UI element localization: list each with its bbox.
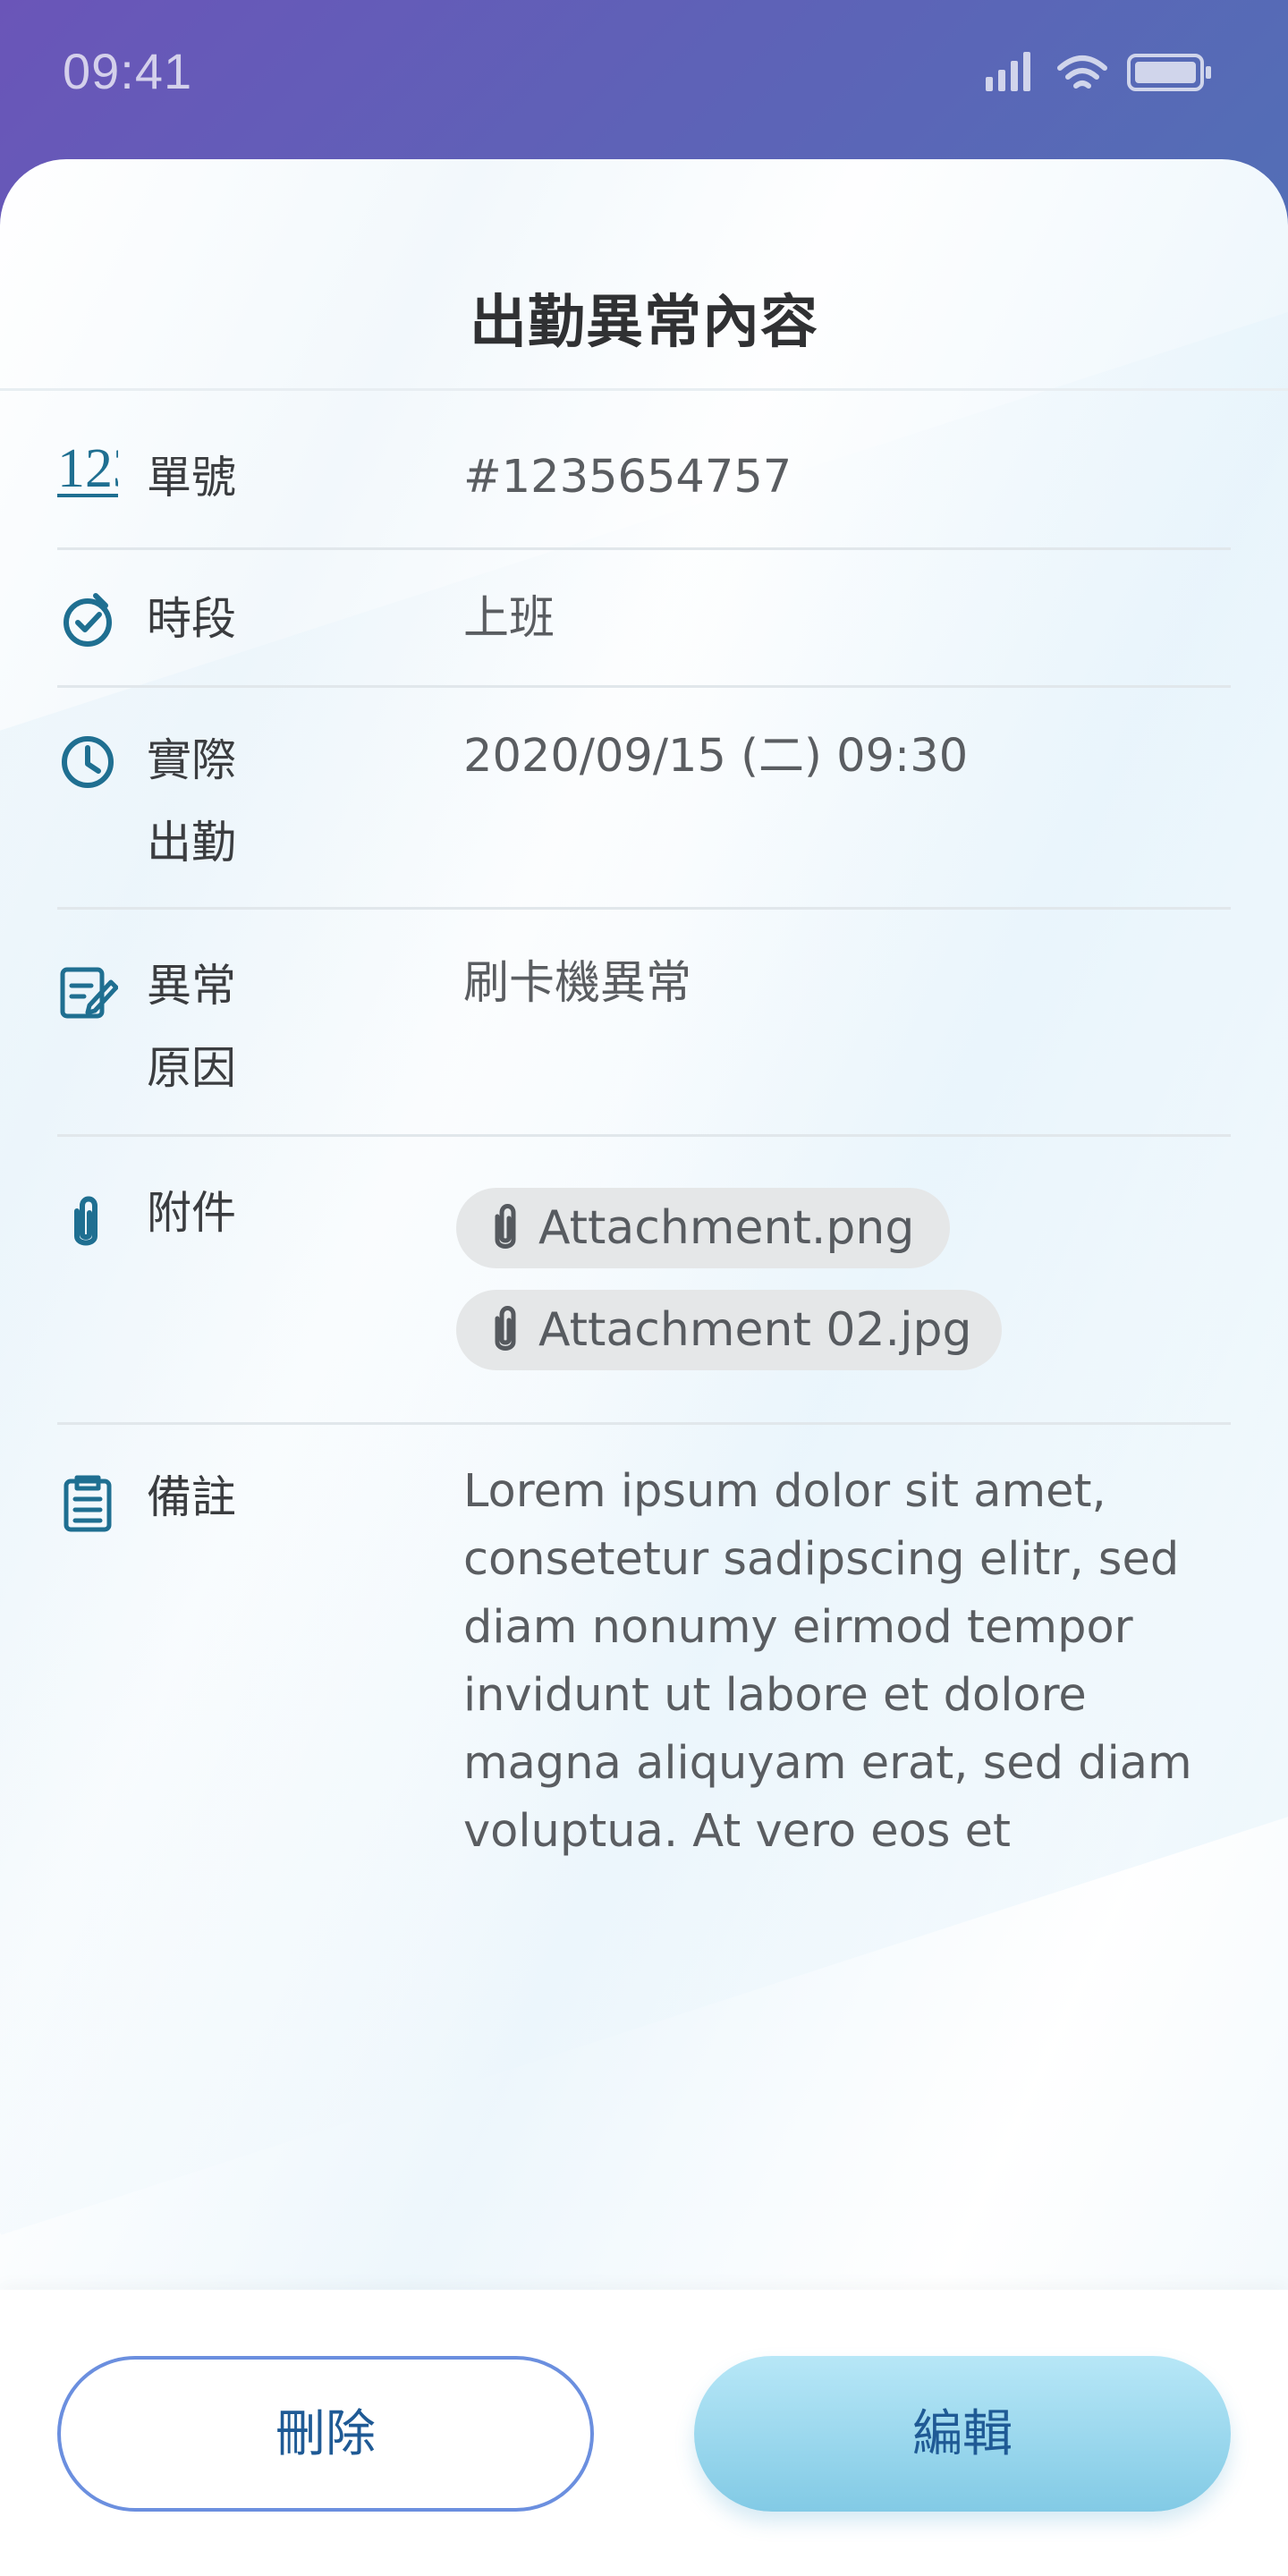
clipboard-icon-svg — [64, 1475, 112, 1532]
signal-icon — [986, 52, 1030, 91]
abnormal-reason-label: 異常 原因 — [147, 960, 236, 1094]
mobile-screen: 09:41 出勤異常內容 12 單號 #1235654757 時段 上班 實際 … — [0, 0, 1288, 2576]
status-icons — [986, 45, 1218, 98]
timer-check-icon-svg — [64, 593, 112, 647]
edit-button[interactable]: 編輯 — [694, 2356, 1231, 2512]
battery-icon — [1127, 54, 1211, 91]
notes-label: 備註 — [147, 1471, 236, 1523]
clock-icon — [57, 732, 118, 792]
attachment-paperclip-icon — [487, 1304, 526, 1356]
attachments-row: 附件 Attachment.png Attachment 02.jpg — [57, 1138, 1231, 1425]
timer-check-icon — [57, 589, 118, 649]
order-number-label: 單號 — [147, 452, 236, 504]
order-number-value: #1235654757 — [463, 451, 792, 504]
number-icon: 123 — [57, 440, 118, 501]
order-number-row: 123 單號 #1235654757 — [57, 406, 1231, 550]
attachment-paperclip-icon-svg — [495, 1306, 516, 1351]
delete-button[interactable]: 刪除 — [57, 2356, 594, 2512]
period-row: 時段 上班 — [57, 551, 1231, 688]
attachments-label: 附件 — [147, 1187, 236, 1239]
attachment-paperclip-icon — [487, 1202, 526, 1254]
wifi-icon — [1057, 55, 1107, 89]
attachment-chip[interactable]: Attachment 02.jpg — [456, 1290, 1002, 1370]
sheet-header: 出勤異常內容 — [0, 159, 1288, 391]
number-icon-svg: 123 — [57, 440, 118, 499]
page-title: 出勤異常內容 — [470, 289, 818, 356]
attachment-file-name: Attachment 02.jpg — [538, 1303, 972, 1357]
attachment-chip[interactable]: Attachment.png — [456, 1188, 950, 1268]
actual-attendance-row: 實際 出勤 2020/09/15 (二) 09:30 — [57, 687, 1231, 910]
paperclip-icon — [57, 1193, 118, 1254]
status-time: 09:41 — [63, 43, 193, 99]
paperclip-icon-svg — [74, 1196, 97, 1246]
attachment-paperclip-icon-svg — [495, 1204, 516, 1249]
actual-attendance-label: 實際 出勤 — [147, 734, 236, 869]
abnormal-reason-row: 異常 原因 刷卡機異常 — [57, 911, 1231, 1137]
attachment-file-name: Attachment.png — [538, 1201, 915, 1255]
action-bar: 刪除 編輯 — [0, 2290, 1288, 2576]
notes-value: Lorem ipsum dolor sit amet, consetetur s… — [463, 1465, 1192, 1858]
status-bar: 09:41 — [0, 0, 1288, 157]
period-label: 時段 — [147, 593, 236, 645]
edit-note-icon — [57, 962, 118, 1023]
abnormal-reason-value: 刷卡機異常 — [463, 957, 692, 1010]
edit-note-icon-svg — [60, 967, 118, 1019]
attendance-detail-sheet: 出勤異常內容 123 單號 #1235654757 時段 上班 — [0, 159, 1288, 2576]
period-value: 上班 — [463, 592, 555, 645]
status-icons-svg — [986, 52, 1211, 91]
clock-icon-svg — [62, 736, 114, 788]
svg-text:123: 123 — [57, 440, 118, 499]
clipboard-icon — [57, 1472, 118, 1533]
notes-row: 備註 Lorem ipsum dolor sit amet, consetetu… — [57, 1426, 1231, 1927]
actual-attendance-value: 2020/09/15 (二) 09:30 — [463, 730, 969, 783]
